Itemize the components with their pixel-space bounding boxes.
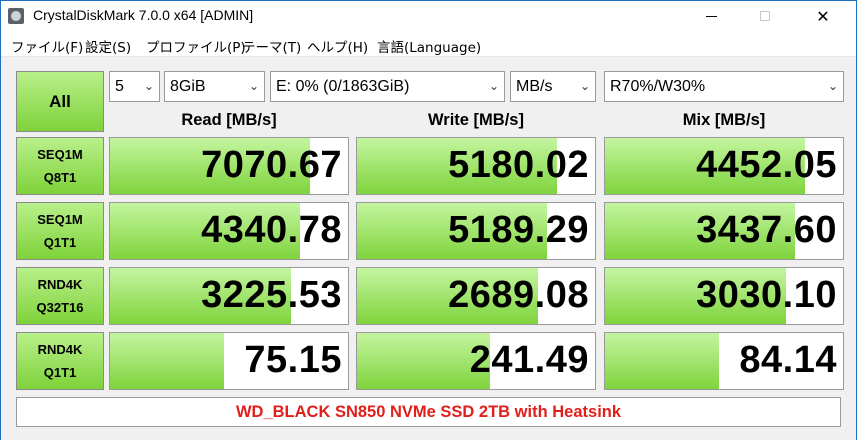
main-panel: All 5 ⌄ 8GiB ⌄ E: 0% (0/1863GiB) ⌄ MB/s … <box>1 58 856 440</box>
read-value: 7070.67 <box>201 144 342 186</box>
chevron-down-icon: ⌄ <box>248 79 259 93</box>
drive-value: E: 0% (0/1863GiB) <box>276 78 410 95</box>
row-label-line1: SEQ1M <box>37 212 83 227</box>
read-cell: 3225.53 <box>109 267 349 325</box>
write-value: 5189.29 <box>448 209 589 251</box>
mix-header: Mix [MB/s] <box>682 111 766 129</box>
read-cell: 4340.78 <box>109 202 349 260</box>
read-cell: 7070.67 <box>109 137 349 195</box>
mix-value: 4452.05 <box>696 144 837 186</box>
menu-language[interactable]: 言語(Language) <box>377 36 481 56</box>
mix-value: 3437.60 <box>696 209 837 251</box>
close-button[interactable]: ✕ <box>800 1 846 31</box>
mix-cell: 84.14 <box>604 332 844 390</box>
write-cell: 5180.02 <box>356 137 596 195</box>
mix-value: 3030.10 <box>696 274 837 316</box>
chevron-down-icon: ⌄ <box>579 79 590 93</box>
row-label-line2: Q1T1 <box>43 365 77 380</box>
progress-fill <box>110 333 225 389</box>
mix-value: 84.14 <box>739 339 837 381</box>
row-label-line1: SEQ1M <box>37 147 83 162</box>
write-cell: 2689.08 <box>356 267 596 325</box>
window-title: CrystalDiskMark 7.0.0 x64 [ADMIN] <box>33 7 254 23</box>
app-icon <box>8 8 24 24</box>
progress-fill <box>605 333 720 389</box>
count-value: 5 <box>115 78 124 95</box>
drive-select[interactable]: E: 0% (0/1863GiB) ⌄ <box>270 71 505 102</box>
row-button-seq1m-q1t1[interactable]: SEQ1M Q1T1 <box>16 202 104 260</box>
row-button-seq1m-q8t1[interactable]: SEQ1M Q8T1 <box>16 137 104 195</box>
minimize-icon <box>705 15 717 17</box>
menu-profile[interactable]: プロファイル(P) <box>146 36 246 56</box>
chevron-down-icon: ⌄ <box>488 79 499 93</box>
menu-bar: ファイル(F) 設定(S) プロファイル(P) テーマ(T) ヘルプ(H) 言語… <box>1 31 856 57</box>
mix-value: R70%/W30% <box>610 78 706 95</box>
menu-settings[interactable]: 設定(S) <box>85 36 131 56</box>
minimize-button[interactable] <box>688 1 734 31</box>
read-header: Read [MB/s] <box>181 111 277 129</box>
chevron-down-icon: ⌄ <box>143 79 154 93</box>
write-cell: 241.49 <box>356 332 596 390</box>
close-icon: ✕ <box>816 6 830 26</box>
row-label-line2: Q32T16 <box>36 300 84 315</box>
menu-theme[interactable]: テーマ(T) <box>242 36 301 56</box>
comment-field[interactable]: WD_BLACK SN850 NVMe SSD 2TB with Heatsin… <box>16 397 841 427</box>
size-value: 8GiB <box>170 78 206 95</box>
write-cell: 5189.29 <box>356 202 596 260</box>
write-header: Write [MB/s] <box>428 111 524 129</box>
count-select[interactable]: 5 ⌄ <box>109 71 160 102</box>
menu-help[interactable]: ヘルプ(H) <box>307 36 368 56</box>
row-button-rnd4k-q1t1[interactable]: RND4K Q1T1 <box>16 332 104 390</box>
menu-file[interactable]: ファイル(F) <box>11 36 83 56</box>
read-value: 4340.78 <box>201 209 342 251</box>
unit-value: MB/s <box>516 78 553 95</box>
write-value: 5180.02 <box>448 144 589 186</box>
read-cell: 75.15 <box>109 332 349 390</box>
all-button[interactable]: All <box>16 71 104 132</box>
maximize-icon <box>760 11 770 21</box>
write-value: 2689.08 <box>448 274 589 316</box>
crystaldiskmark-window: CrystalDiskMark 7.0.0 x64 [ADMIN] ✕ ファイル… <box>0 0 857 440</box>
size-select[interactable]: 8GiB ⌄ <box>164 71 265 102</box>
row-label-line1: RND4K <box>37 277 83 292</box>
maximize-button[interactable] <box>742 1 788 31</box>
chevron-down-icon: ⌄ <box>827 79 838 93</box>
unit-select[interactable]: MB/s ⌄ <box>510 71 596 102</box>
row-label-line2: Q1T1 <box>43 235 77 250</box>
read-value: 3225.53 <box>201 274 342 316</box>
mix-cell: 4452.05 <box>604 137 844 195</box>
row-button-rnd4k-q32t16[interactable]: RND4K Q32T16 <box>16 267 104 325</box>
title-bar[interactable]: CrystalDiskMark 7.0.0 x64 [ADMIN] ✕ <box>1 1 856 31</box>
read-value: 75.15 <box>244 339 342 381</box>
row-label-line1: RND4K <box>37 342 83 357</box>
mix-cell: 3437.60 <box>604 202 844 260</box>
mix-cell: 3030.10 <box>604 267 844 325</box>
mix-select[interactable]: R70%/W30% ⌄ <box>604 71 844 102</box>
write-value: 241.49 <box>469 339 589 381</box>
row-label-line2: Q8T1 <box>43 170 77 185</box>
